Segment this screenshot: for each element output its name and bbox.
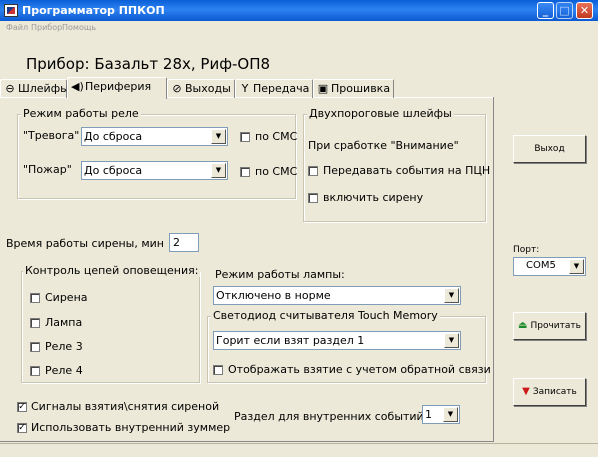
write-down-icon: ▼ (522, 386, 530, 397)
two-threshold-title: Двухпороговые шлейфы (307, 107, 454, 120)
touch-memory-select[interactable]: Горит если взят раздел 1 ▼ (213, 331, 461, 350)
write-label: Записать (532, 387, 577, 397)
chevron-down-icon[interactable]: ▼ (569, 259, 584, 274)
menu-file[interactable]: Файл (6, 23, 28, 32)
siren-time-label: Время работы сирены, мин (6, 237, 164, 250)
tab-firmware[interactable]: ▣ Прошивка (313, 79, 394, 98)
siren-signals-label: Сигналы взятия\снятия сиреной (31, 400, 220, 413)
chevron-down-icon[interactable]: ▼ (444, 333, 459, 348)
exit-button[interactable]: Выход (513, 135, 586, 163)
tab-label: Передача (253, 82, 310, 95)
read-button[interactable]: ⏏ Прочитать (513, 312, 586, 340)
siren-signals-checkbox[interactable]: ✓ (17, 402, 27, 412)
port-value: COM5 (526, 260, 556, 271)
tab-label: Периферия (85, 80, 152, 93)
fire-sms-label: по СМС (255, 165, 298, 178)
buzzer-checkbox[interactable]: ✓ (17, 423, 27, 433)
touch-memory-value: Горит если взят раздел 1 (216, 334, 365, 347)
chevron-down-icon[interactable]: ▼ (211, 163, 226, 178)
menu-device[interactable]: Прибор (31, 23, 62, 32)
two-threshold-subtitle: При сработке "Внимание" (308, 139, 459, 152)
exit-label: Выход (534, 144, 565, 154)
relay4-circuit-checkbox[interactable] (30, 366, 40, 376)
app-icon (4, 4, 18, 17)
antenna-icon: Y (241, 82, 249, 95)
read-label: Прочитать (530, 321, 581, 331)
lamp-mode-label: Режим работы лампы: (215, 268, 345, 281)
tab-periphery[interactable]: ◀)Периферия (67, 77, 167, 99)
lamp-circuit-checkbox[interactable] (30, 318, 40, 328)
send-events-label: Передавать события на ПЦН (323, 164, 491, 177)
firmware-icon: ▣ (317, 82, 329, 95)
feedback-label: Отображать взятие с учетом обратной связ… (228, 363, 491, 376)
device-title: Прибор: Базальт 28х, Риф-ОП8 (26, 55, 271, 73)
window-title: Программатор ППКОП (22, 4, 165, 17)
lamp-mode-value: Отключено в норме (216, 289, 331, 302)
touch-memory-title: Светодиод считывателя Touch Memory (211, 309, 440, 322)
tab-label: Шлейфы (18, 82, 69, 95)
minimize-button[interactable]: _ (537, 2, 554, 19)
siren-circuit-label: Сирена (45, 291, 88, 304)
alarm-relay-select[interactable]: До сброса ▼ (81, 127, 228, 146)
buzzer-label: Использовать внутренний зуммер (31, 421, 231, 434)
send-events-checkbox[interactable] (308, 166, 318, 176)
fire-relay-value: До сброса (84, 164, 143, 177)
close-button[interactable]: ✕ (576, 2, 593, 19)
siren-enable-checkbox[interactable] (308, 193, 318, 203)
alarm-relay-value: До сброса (84, 130, 143, 143)
loop-icon: ⊖ (5, 82, 15, 95)
alarm-sms-label: по СМС (255, 130, 298, 143)
fire-relay-select[interactable]: До сброса ▼ (81, 161, 228, 180)
lamp-circuit-label: Лампа (45, 316, 83, 329)
chevron-down-icon[interactable]: ▼ (443, 407, 458, 422)
relay4-circuit-label: Реле 4 (45, 364, 83, 377)
tab-label: Прошивка (331, 82, 391, 95)
port-label: Порт: (513, 245, 540, 255)
maximize-button[interactable]: □ (556, 2, 573, 19)
outputs-icon: ⊘ (172, 82, 182, 95)
lamp-mode-select[interactable]: Отключено в норме ▼ (213, 286, 461, 305)
write-button[interactable]: ▼ Записать (513, 378, 586, 406)
alarm-label: "Тревога" (23, 129, 80, 142)
chevron-down-icon[interactable]: ▼ (444, 288, 459, 303)
siren-circuit-checkbox[interactable] (30, 293, 40, 303)
chevron-down-icon[interactable]: ▼ (211, 129, 226, 144)
tab-loops[interactable]: ⊖ Шлейфы (0, 79, 69, 98)
alert-circuits-title: Контроль цепей оповещения: (23, 264, 201, 277)
relay3-circuit-checkbox[interactable] (30, 342, 40, 352)
eject-up-icon: ⏏ (518, 320, 528, 331)
status-strip (0, 443, 598, 457)
internal-events-select[interactable]: 1 ▼ (422, 405, 460, 424)
internal-events-value: 1 (425, 408, 432, 421)
feedback-checkbox[interactable] (213, 365, 223, 375)
speaker-icon: ◀) (71, 80, 84, 93)
siren-time-input[interactable]: 2 (169, 233, 199, 252)
fire-label: "Пожар" (23, 163, 72, 176)
relay3-circuit-label: Реле 3 (45, 340, 83, 353)
alarm-sms-checkbox[interactable] (240, 132, 250, 142)
menu-help[interactable]: Помощь (62, 23, 96, 32)
tab-label: Выходы (185, 82, 231, 95)
port-select[interactable]: COM5 ▼ (513, 257, 586, 276)
tab-outputs[interactable]: ⊘ Выходы (167, 79, 235, 98)
siren-enable-label: включить сирену (323, 191, 424, 204)
relay-mode-title: Режим работы реле (21, 107, 141, 120)
fire-sms-checkbox[interactable] (240, 167, 250, 177)
tab-transmission[interactable]: Y Передача (235, 79, 313, 98)
internal-events-label: Раздел для внутренних событий (234, 410, 424, 423)
